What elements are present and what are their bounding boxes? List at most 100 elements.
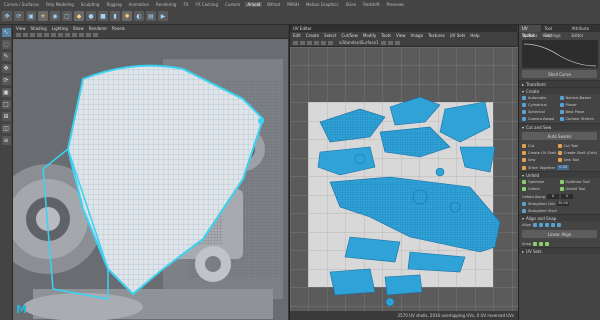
select-tool-icon[interactable]: ↖	[1, 28, 11, 37]
uv-toolkit-tab[interactable]: UV Toolkit	[519, 25, 542, 38]
shelf-tab[interactable]: Poly Modeling	[44, 2, 76, 7]
shelf-tab[interactable]: Sculpting	[79, 2, 102, 7]
linear-align-button[interactable]: Linear Align	[522, 230, 597, 238]
shelf-tab[interactable]: Bifrost	[265, 2, 282, 7]
toolkit-tool-button[interactable]: Normal-Based	[559, 95, 598, 101]
smooth-shade-icon[interactable]	[58, 33, 63, 37]
textured-icon[interactable]	[65, 33, 70, 37]
viewport-menu-item[interactable]: Renderer	[89, 26, 107, 31]
toolkit-tool-button[interactable]: Sew	[522, 157, 558, 163]
image-plane-icon[interactable]	[37, 33, 42, 37]
layout-single-icon[interactable]: □	[1, 100, 11, 109]
toolkit-tool-button[interactable]: Cut Tool	[557, 143, 597, 149]
uv-menu-item[interactable]: Help	[470, 33, 479, 38]
align-bottom-icon[interactable]	[557, 222, 562, 227]
uv-select-icon[interactable]	[293, 40, 298, 45]
shelf-tab[interactable]: Curves / Surfaces	[2, 2, 41, 7]
toolkit-tool-button[interactable]: Optimize Tool	[559, 179, 598, 185]
wireframe-icon[interactable]	[51, 33, 56, 37]
uv-menu-item[interactable]: Textures	[428, 33, 445, 38]
toolkit-tool-button[interactable]: Create UV Shell	[522, 150, 558, 156]
uv-exposure-icon[interactable]	[380, 40, 386, 45]
uv-menu-item[interactable]: Image	[411, 33, 424, 38]
shelf-tab[interactable]: XGen	[343, 2, 358, 7]
xray-icon[interactable]	[93, 33, 98, 37]
shell-curve-button[interactable]: Shell Curve	[522, 70, 597, 78]
viewport-menu-item[interactable]: Show	[73, 26, 84, 31]
move-icon[interactable]: ✥	[1, 64, 11, 73]
shelf-tab[interactable]: FX	[181, 2, 190, 7]
snap-grid-icon[interactable]	[533, 241, 538, 246]
uv-gamma-icon[interactable]	[387, 40, 393, 45]
uv-menu-item[interactable]: Cut/Sew	[341, 33, 358, 38]
layout-split-icon[interactable]: ◫	[1, 124, 11, 133]
bookmark-icon[interactable]	[30, 33, 35, 37]
viewport-menu-item[interactable]: Lighting	[52, 26, 68, 31]
toolkit-tool-button[interactable]: Create Shell (Grid)	[557, 150, 597, 156]
shelf-tab[interactable]: Rigging	[104, 2, 123, 7]
uv-canvas[interactable]: 2570 UV shells, 2016 overlapping UVs, 0 …	[290, 47, 518, 320]
section-unfold[interactable]: ▾ Unfold	[519, 171, 600, 178]
camera-select-icon[interactable]	[16, 33, 21, 37]
shelf-tab[interactable]: Previews	[385, 2, 407, 7]
shelf-tab[interactable]: Arnold	[245, 1, 263, 7]
toolkit-tool-button[interactable]: Spherical	[522, 109, 560, 115]
snap-center-icon[interactable]	[539, 241, 544, 246]
stitch-together-button[interactable]: Stitch Together	[528, 166, 555, 170]
move-tool-icon[interactable]: ✥	[2, 11, 12, 21]
scale-icon[interactable]: ▣	[1, 88, 11, 97]
viewport-menu-item[interactable]: View	[16, 26, 26, 31]
toolkit-tool-button[interactable]: Automatic	[522, 95, 560, 101]
scale-tool-icon[interactable]: ▣	[26, 11, 36, 21]
texture-selector[interactable]: aiStandardSurface1	[339, 40, 379, 45]
toolkit-tool-button[interactable]: Optimize	[522, 179, 560, 185]
toolkit-tool-button[interactable]: Planar	[559, 102, 598, 108]
rotate-tool-icon[interactable]: ⟳	[14, 11, 24, 21]
uv-menu-item[interactable]: UV Sets	[450, 33, 466, 38]
isolate-icon[interactable]	[86, 33, 91, 37]
layout-quad-icon[interactable]: ⊞	[1, 112, 11, 121]
align-top-icon[interactable]	[551, 222, 556, 227]
uv-layout-view[interactable]	[290, 47, 518, 311]
paint-select-icon[interactable]: ✎	[1, 52, 11, 61]
unfold-v-button[interactable]: V	[561, 194, 574, 199]
render-icon[interactable]: ◉	[50, 11, 60, 21]
cylinder-icon[interactable]: ▮	[110, 11, 120, 21]
uv-menu-item[interactable]: Edit	[293, 33, 301, 38]
align-center-icon[interactable]	[539, 222, 544, 227]
toolkit-tool-button[interactable]: Unfold	[522, 186, 560, 192]
toolkit-tool-button[interactable]: Sew Tool	[557, 157, 597, 163]
sphere-icon[interactable]: ●	[86, 11, 96, 21]
uv-shell-icon[interactable]	[300, 40, 305, 45]
toolkit-tool-button[interactable]: Contour Stretch	[559, 116, 598, 122]
shelf-tab[interactable]: Redshift	[361, 2, 381, 7]
uv-toolkit-tab[interactable]: Attribute Editor	[568, 25, 600, 38]
uv-toolkit-tab[interactable]: Tool Settings	[541, 25, 568, 38]
shelf-tab[interactable]: Motion Graphics	[304, 2, 341, 7]
shelf-tab[interactable]: MASH	[285, 2, 301, 7]
section-align-and-snap[interactable]: ▾ Align and Snap	[519, 214, 600, 221]
stitch-value-field[interactable]: 0.00	[557, 165, 570, 170]
auto-seams-button[interactable]: Auto Seams	[522, 132, 597, 140]
uv-menu-item[interactable]: Tools	[381, 33, 391, 38]
sky-icon[interactable]: ✺	[122, 11, 132, 21]
outliner-icon[interactable]: ≡	[1, 136, 11, 145]
toolkit-tool-button[interactable]: Cylindrical	[522, 102, 560, 108]
toolkit-tool-button[interactable]: Best Plane	[559, 109, 598, 115]
material-icon[interactable]: ◐	[134, 11, 144, 21]
toolkit-tool-button[interactable]: Cut	[522, 143, 558, 149]
grid-icon[interactable]	[44, 33, 49, 37]
toolkit-tool-button[interactable]: Unfold Tool	[559, 186, 598, 192]
uv-distortion-icon[interactable]	[321, 40, 326, 45]
uv-menu-item[interactable]: View	[396, 33, 406, 38]
section-cut-and-sew[interactable]: ▾ Cut and Sew	[519, 123, 600, 130]
render-view-icon[interactable]: ▶	[158, 11, 168, 21]
light-icon[interactable]: ☀	[38, 11, 48, 21]
shelf-tab[interactable]: Rendering	[154, 2, 178, 7]
shelf-tab[interactable]: Custom	[223, 2, 242, 7]
cube-icon[interactable]: ■	[98, 11, 108, 21]
straighten-uvs-button[interactable]: Straighten UVs	[528, 202, 555, 206]
viewport-menu-item[interactable]: Shading	[31, 26, 47, 31]
section-uv-sets[interactable]: ▸ UV Sets	[519, 247, 600, 254]
shadows-icon[interactable]	[79, 33, 84, 37]
